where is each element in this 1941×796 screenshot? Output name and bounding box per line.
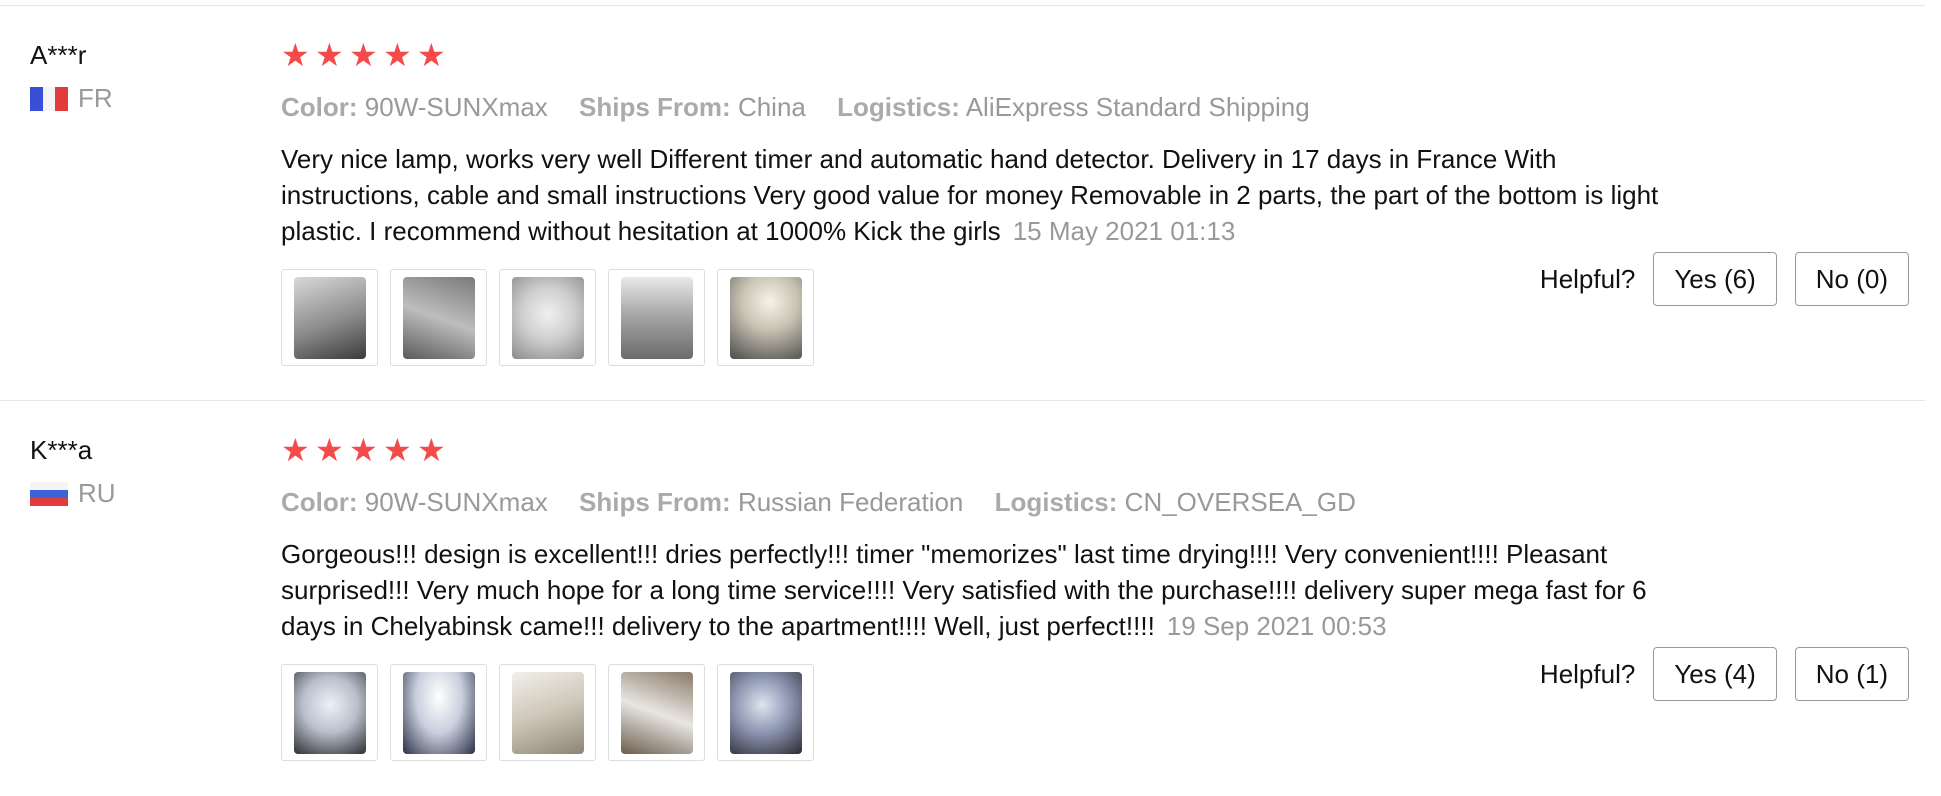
star-icon: ★ (417, 432, 446, 468)
star-icon: ★ (417, 37, 446, 73)
review-text-block: Gorgeous!!! design is excellent!!! dries… (281, 536, 1701, 644)
star-rating: ★ ★ ★ ★ ★ (281, 37, 1701, 73)
star-icon: ★ (315, 37, 344, 73)
review-text: Very nice lamp, works very well Differen… (281, 144, 1659, 246)
star-icon: ★ (315, 432, 344, 468)
review-meta: Color: 90W-SUNXmax Ships From: Russian F… (281, 487, 1701, 518)
color-value: 90W-SUNXmax (364, 92, 548, 122)
review-content: ★ ★ ★ ★ ★ Color: 90W-SUNXmax Ships From:… (281, 432, 1701, 761)
reviewer-name: A***r (30, 40, 87, 70)
ships-from-value: China (737, 92, 806, 122)
ships-from-value: Russian Federation (737, 487, 964, 517)
star-icon: ★ (349, 432, 378, 468)
review-text: Gorgeous!!! design is excellent!!! dries… (281, 539, 1647, 641)
color-label: Color: (281, 92, 358, 122)
review-photo-thumbnail[interactable] (608, 664, 705, 761)
review-date: 15 May 2021 01:13 (1012, 216, 1236, 246)
star-rating: ★ ★ ★ ★ ★ (281, 432, 1701, 468)
review-photo-thumbnail[interactable] (499, 664, 596, 761)
reviewer-info: A***r FR (30, 40, 113, 114)
review-photo-thumbnail[interactable] (390, 664, 487, 761)
review-text-block: Very nice lamp, works very well Differen… (281, 141, 1701, 249)
logistics-label: Logistics: (837, 92, 960, 122)
review-content: ★ ★ ★ ★ ★ Color: 90W-SUNXmax Ships From:… (281, 37, 1701, 366)
review-photo-thumbnail[interactable] (281, 269, 378, 366)
helpful-yes-button[interactable]: Yes (6) (1653, 252, 1777, 306)
ships-from-label: Ships From: (579, 487, 731, 517)
reviewer-country: FR (30, 83, 113, 114)
helpful-section: Helpful? Yes (6) No (0) (1540, 252, 1909, 306)
helpful-yes-button[interactable]: Yes (4) (1653, 647, 1777, 701)
reviewer-info: K***a RU (30, 435, 116, 509)
star-icon: ★ (281, 37, 310, 73)
star-icon: ★ (281, 432, 310, 468)
review-meta: Color: 90W-SUNXmax Ships From: China Log… (281, 92, 1701, 123)
review-photo-thumbnail[interactable] (390, 269, 487, 366)
logistics-label: Logistics: (994, 487, 1118, 517)
reviewer-country: RU (30, 478, 116, 509)
review-list: A***r FR ★ ★ ★ ★ ★ Color: 90W-SUNXmax Sh… (0, 0, 1941, 773)
review-photos (281, 664, 1701, 761)
color-label: Color: (281, 487, 358, 517)
logistics-value: AliExpress Standard Shipping (965, 92, 1310, 122)
helpful-label: Helpful? (1539, 658, 1636, 689)
country-code: FR (78, 83, 113, 113)
star-icon: ★ (383, 432, 412, 468)
reviewer-name: K***a (30, 435, 93, 465)
star-icon: ★ (383, 37, 412, 73)
review-item: K***a RU ★ ★ ★ ★ ★ Color: 90W-SUNXmax Sh… (0, 401, 1941, 796)
star-icon: ★ (349, 37, 378, 73)
logistics-value: CN_OVERSEA_GD (1124, 487, 1356, 517)
color-value: 90W-SUNXmax (364, 487, 548, 517)
review-date: 19 Sep 2021 00:53 (1166, 611, 1387, 641)
review-photo-thumbnail[interactable] (717, 664, 814, 761)
review-photo-thumbnail[interactable] (281, 664, 378, 761)
ships-from-label: Ships From: (579, 92, 731, 122)
helpful-no-button[interactable]: No (1) (1794, 647, 1909, 701)
review-photo-thumbnail[interactable] (717, 269, 814, 366)
review-item: A***r FR ★ ★ ★ ★ ★ Color: 90W-SUNXmax Sh… (0, 6, 1941, 401)
review-photo-thumbnail[interactable] (499, 269, 596, 366)
country-code: RU (78, 478, 116, 508)
helpful-label: Helpful? (1539, 263, 1636, 294)
helpful-no-button[interactable]: No (0) (1794, 252, 1909, 306)
russia-flag-icon (30, 481, 68, 506)
review-photo-thumbnail[interactable] (608, 269, 705, 366)
france-flag-icon (30, 86, 69, 111)
helpful-section: Helpful? Yes (4) No (1) (1540, 647, 1909, 701)
review-photos (281, 269, 1701, 366)
